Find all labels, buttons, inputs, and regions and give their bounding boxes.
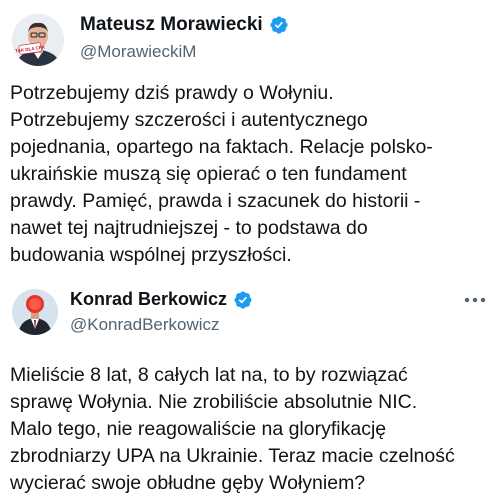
avatar[interactable]: TAK DLA CPK [12, 14, 64, 66]
tweet-text: Mieliście 8 lat, 8 całych lat na, to by … [10, 364, 455, 494]
name-row: Mateusz Morawiecki [80, 14, 289, 36]
avatar-portrait-icon: TAK DLA CPK [12, 14, 64, 66]
tweet-morawiecki: TAK DLA CPK Mateusz Morawiecki @Morawiec… [0, 0, 500, 266]
tweet-header: Konrad Berkowicz @KonradBerkowicz [0, 279, 500, 335]
display-name[interactable]: Konrad Berkowicz [70, 289, 227, 310]
more-dots-icon[interactable] [464, 291, 486, 303]
verified-badge-icon [234, 290, 252, 309]
tweet-header: TAK DLA CPK Mateusz Morawiecki @Morawiec… [0, 0, 500, 70]
user-handle[interactable]: @MorawieckiM [80, 42, 196, 62]
avatar[interactable] [12, 289, 58, 335]
tweet-text: Potrzebujemy dziś prawdy o Wołyniu. Potr… [10, 82, 433, 266]
avatar-portrait-icon [12, 289, 58, 335]
tweet-berkowicz: Konrad Berkowicz @KonradBerkowicz Mieliś… [0, 279, 500, 494]
display-name[interactable]: Mateusz Morawiecki [80, 14, 263, 36]
verified-badge-icon [270, 16, 288, 34]
user-handle[interactable]: @KonradBerkowicz [70, 315, 220, 335]
name-row: Konrad Berkowicz [70, 289, 253, 310]
more-dots-glyph [464, 297, 486, 303]
